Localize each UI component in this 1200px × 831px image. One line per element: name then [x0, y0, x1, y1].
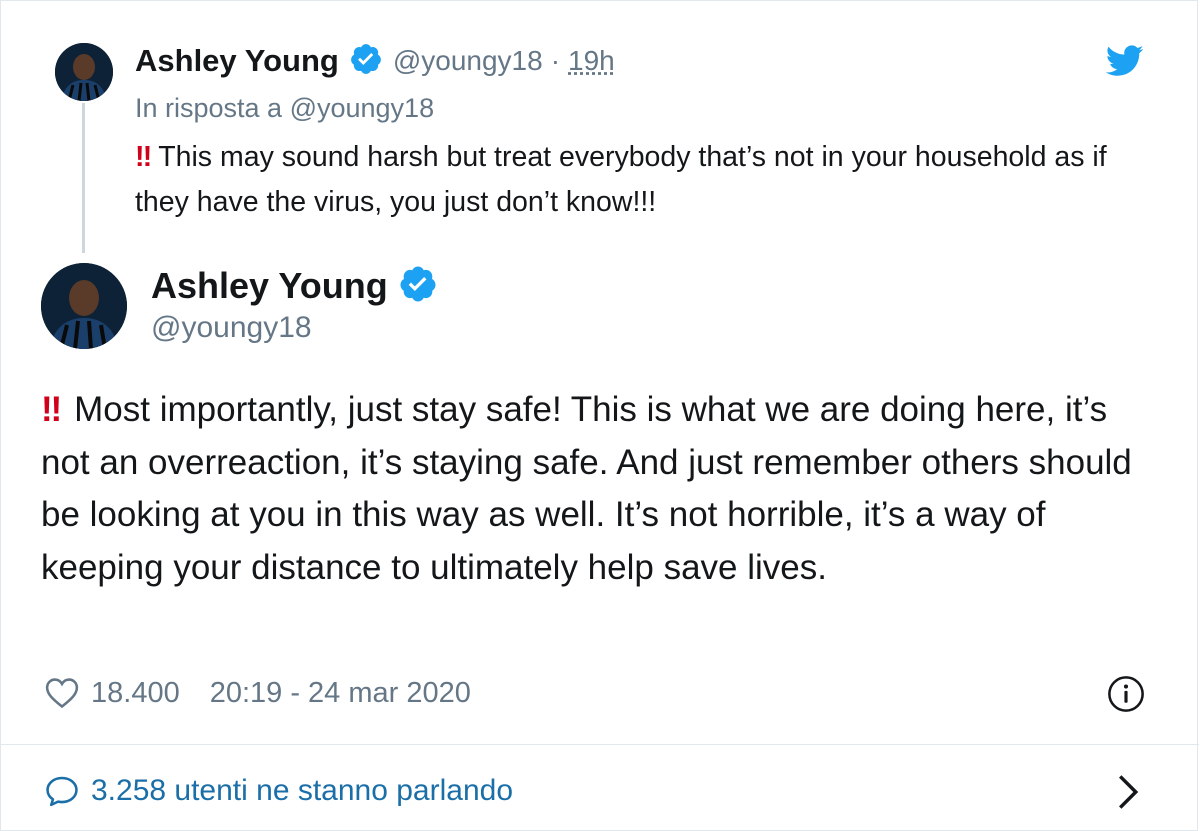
- info-icon[interactable]: [1107, 675, 1145, 713]
- embedded-tweet-card: Ashley Young @youngy18 · 19h In risposta…: [0, 0, 1199, 831]
- parent-author-handle[interactable]: @youngy18: [393, 45, 543, 77]
- main-tweet-header: Ashley Young: [151, 263, 438, 309]
- main-tweet-body: Most importantly, just stay safe! This i…: [41, 390, 1132, 587]
- footer-divider: [1, 744, 1199, 745]
- main-tweet-text: ‼ Most importantly, just stay safe! This …: [41, 384, 1151, 594]
- parent-author-name[interactable]: Ashley Young: [135, 43, 339, 79]
- parent-tweet-body: This may sound harsh but treat everybody…: [135, 141, 1107, 218]
- verified-badge-icon: [398, 264, 438, 309]
- tweet-meta-row: 18.400 20:19 - 24 mar 2020: [45, 671, 471, 715]
- main-avatar[interactable]: [41, 263, 127, 349]
- main-author-name[interactable]: Ashley Young: [151, 265, 388, 307]
- thread-connector-line: [82, 103, 85, 253]
- speech-bubble-icon: [46, 776, 78, 807]
- conversation-text[interactable]: 3.258 utenti ne stanno parlando: [91, 774, 513, 808]
- header-separator: ·: [550, 45, 561, 76]
- twitter-bird-icon[interactable]: [1105, 45, 1144, 77]
- tweet-timestamp[interactable]: 20:19 - 24 mar 2020: [210, 677, 471, 710]
- conversation-link[interactable]: 3.258 utenti ne stanno parlando: [45, 769, 513, 813]
- parent-avatar[interactable]: [55, 43, 113, 101]
- parent-tweet-header: Ashley Young @youngy18 · 19h: [135, 41, 615, 81]
- chevron-right-icon[interactable]: [1115, 773, 1141, 811]
- verified-badge-icon: [349, 42, 383, 81]
- like-count[interactable]: 18.400: [91, 677, 180, 710]
- reply-to-label[interactable]: In risposta a @youngy18: [135, 93, 434, 124]
- parent-tweet-text: ‼ This may sound harsh but treat everybod…: [135, 135, 1165, 225]
- double-exclamation-emoji: ‼: [41, 390, 62, 429]
- main-author-handle[interactable]: @youngy18: [151, 311, 312, 345]
- heart-icon[interactable]: [45, 677, 79, 709]
- parent-relative-time[interactable]: 19h: [568, 45, 615, 77]
- double-exclamation-emoji: ‼: [135, 141, 152, 173]
